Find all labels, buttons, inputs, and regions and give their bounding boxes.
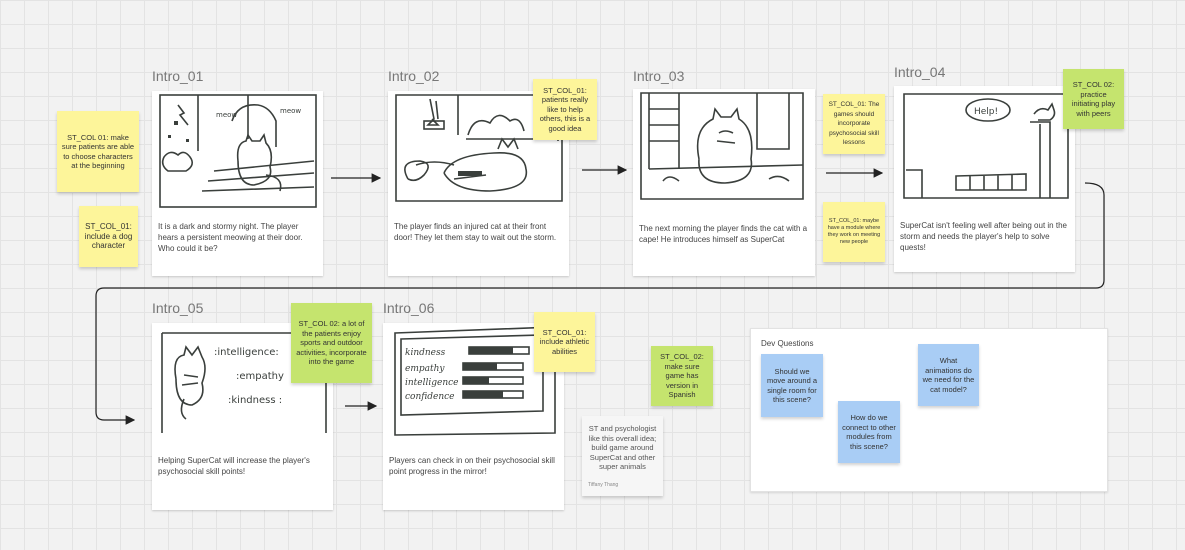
sticky-note-single-room[interactable]: Should we move around a single room for … [761,354,823,417]
frame-caption: Players can check in on their psychosoci… [389,456,555,476]
frame-title-intro-04: Intro_04 [894,64,946,80]
stat-empathy: :empathy [236,371,284,382]
frame-caption: The next morning the player finds the ca… [639,224,808,244]
sticky-note-initiating-play[interactable]: ST_COL 02: practice initiating play with… [1063,69,1124,129]
sticky-note-supercat-idea[interactable]: ST and psychologist like this overall id… [582,416,663,496]
meow-text-1: meow [216,111,237,119]
frame-title-intro-03: Intro_03 [633,68,685,84]
stat-kindness: :kindness : [228,395,282,406]
sticky-note-dog-character[interactable]: ST_COL_01: include a dog character [79,206,138,267]
sticky-note-cat-animations[interactable]: What animations do we need for the cat m… [918,344,979,406]
sticky-note-sports-outdoor[interactable]: ST_COL 02: a lot of the patients enjoy s… [291,303,372,383]
frame-intro-01[interactable]: meow meow It is a dark and stormy night.… [152,91,323,276]
frame-intro-04[interactable]: Help! SuperCat isn't feeling well after … [894,86,1075,272]
sticky-note-help-others[interactable]: ST_COL_01: patients really like to help … [533,79,597,140]
help-text: Help! [974,107,998,117]
help-sketch: Help! [903,93,1069,199]
mirror-label-confidence: confidence [405,392,455,402]
sticky-note-choose-characters[interactable]: ST_COL 01: make sure patients are able t… [57,111,139,192]
mirror-label-intelligence: intelligence [405,378,459,388]
mirror-label-empathy: empathy [405,364,445,374]
frame-intro-03[interactable]: The next morning the player finds the ca… [633,89,815,276]
sticky-note-connect-modules[interactable]: How do we connect to other modules from … [838,401,900,463]
sticky-author: Tiffany Thang [588,481,619,488]
frame-caption: The player finds an injured cat at their… [394,222,557,242]
sticky-note-text: ST and psychologist like this overall id… [588,424,657,471]
meow-text-2: meow [280,107,301,115]
dev-questions-panel[interactable]: Dev Questions Should we move around a si… [750,328,1108,492]
storm-night-sketch: meow meow [159,94,317,208]
frame-caption: It is a dark and stormy night. The playe… [158,222,303,253]
supercat-cape-sketch [640,92,804,200]
frame-title-intro-01: Intro_01 [152,68,204,84]
frame-caption: SuperCat isn't feeling well after being … [900,221,1067,252]
frame-title-intro-05: Intro_05 [152,300,204,316]
sticky-note-athletic-abilities[interactable]: ST_COL_01: include athletic abilities [534,312,595,372]
frame-caption: Helping SuperCat will increase the playe… [158,456,310,476]
mirror-label-kindness: kindness [405,348,446,358]
sticky-note-psychosocial-lessons[interactable]: ST_COL_01: The games should incorporate … [823,94,885,154]
frame-title-intro-02: Intro_02 [388,68,440,84]
stat-intelligence: :intelligence: [214,347,279,358]
sticky-note-spanish-version[interactable]: ST_COL_02: make sure game has version in… [651,346,713,406]
sticky-note-meeting-people[interactable]: ST_COL_01: maybe have a module where the… [823,202,885,262]
dev-questions-title: Dev Questions [761,339,814,348]
frame-title-intro-06: Intro_06 [383,300,435,316]
